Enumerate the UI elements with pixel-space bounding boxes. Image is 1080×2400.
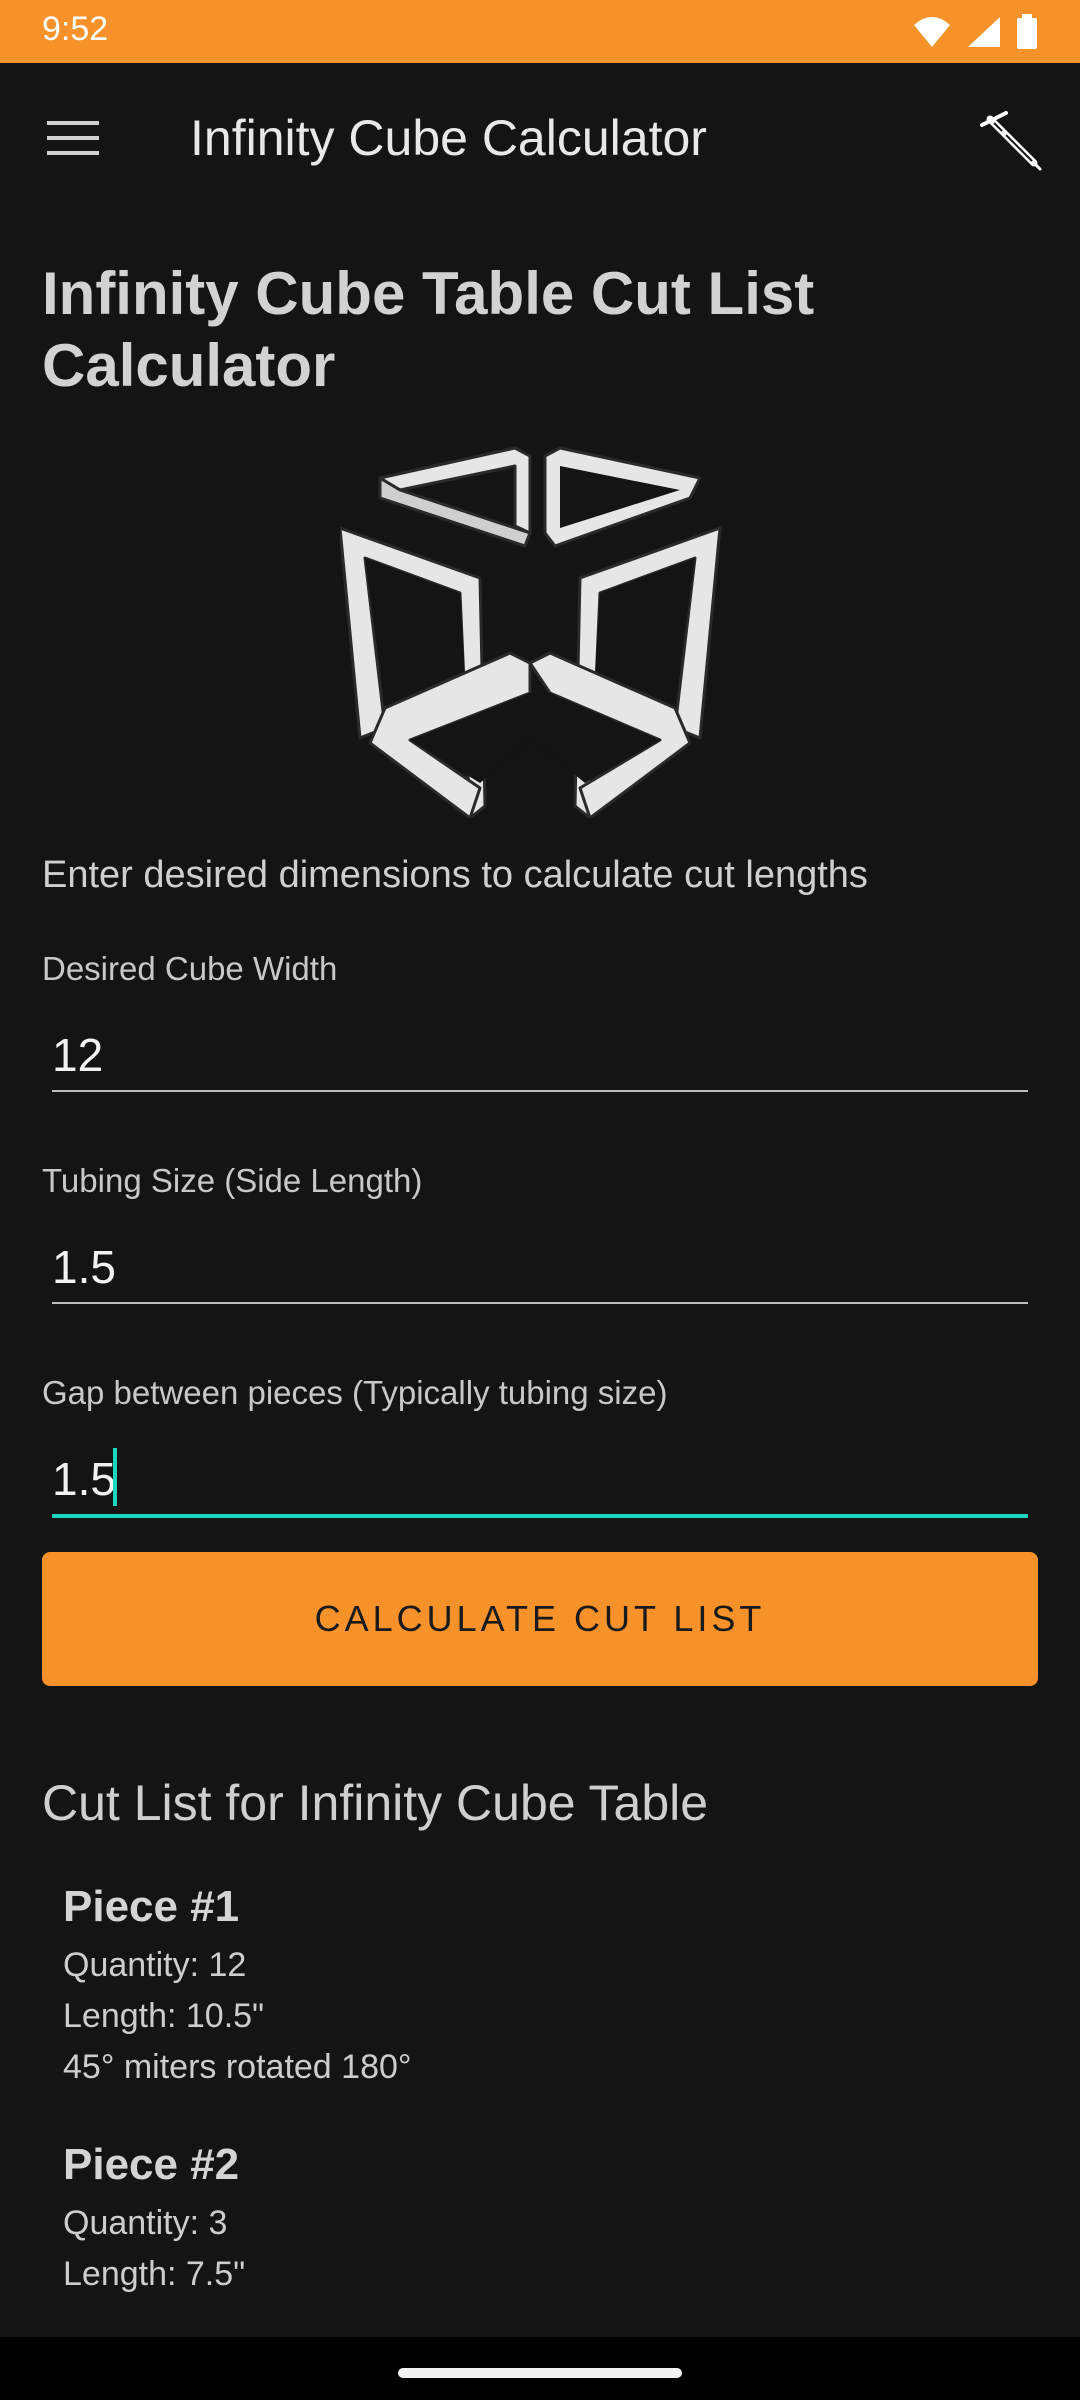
piece-title: Piece #1 <box>63 1882 240 1931</box>
page-heading: Infinity Cube Table Cut List Calculator <box>42 260 815 399</box>
welding-torch-icon <box>980 111 1042 171</box>
piece-item: Piece #2 Quantity: 3 Length: 7.5" <box>63 2140 963 2300</box>
piece-length: Length: 7.5" <box>63 2255 246 2293</box>
intro-text: Enter desired dimensions to calculate cu… <box>42 854 868 896</box>
battery-icon <box>1017 14 1037 49</box>
piece-length: Length: 10.5" <box>63 1997 265 2035</box>
calculate-cut-list-button[interactable]: CALCULATE CUT LIST <box>42 1552 1038 1686</box>
app-title: Infinity Cube Calculator <box>190 110 707 166</box>
signal-icon <box>968 17 1000 47</box>
text-cursor <box>113 1448 117 1506</box>
menu-button[interactable] <box>36 101 110 175</box>
width-input[interactable] <box>52 1020 1028 1092</box>
home-gesture-handle[interactable] <box>398 2368 682 2378</box>
piece-title: Piece #2 <box>63 2140 240 2189</box>
gap-label: Gap between pieces (Typically tubing siz… <box>42 1374 668 1411</box>
status-bar: 9:52 <box>0 0 1080 63</box>
app-bar: Infinity Cube Calculator <box>0 63 1080 213</box>
width-label: Desired Cube Width <box>42 950 338 987</box>
status-icons <box>912 12 1038 52</box>
tubing-label: Tubing Size (Side Length) <box>42 1162 423 1199</box>
infinity-cube-image <box>340 446 722 818</box>
cut-list-heading: Cut List for Infinity Cube Table <box>42 1775 709 1831</box>
status-time: 9:52 <box>42 10 109 48</box>
hamburger-menu-icon <box>47 121 99 155</box>
piece-quantity: Quantity: 3 <box>63 2204 228 2242</box>
wifi-icon <box>914 17 950 47</box>
piece-note: 45° miters rotated 180° <box>63 2048 412 2086</box>
piece-quantity: Quantity: 12 <box>63 1946 247 1984</box>
piece-item: Piece #1 Quantity: 12 Length: 10.5" 45° … <box>63 1882 963 2093</box>
welding-tool-button[interactable] <box>970 99 1050 179</box>
tubing-input[interactable] <box>52 1232 1028 1304</box>
gap-input[interactable] <box>52 1444 1028 1518</box>
